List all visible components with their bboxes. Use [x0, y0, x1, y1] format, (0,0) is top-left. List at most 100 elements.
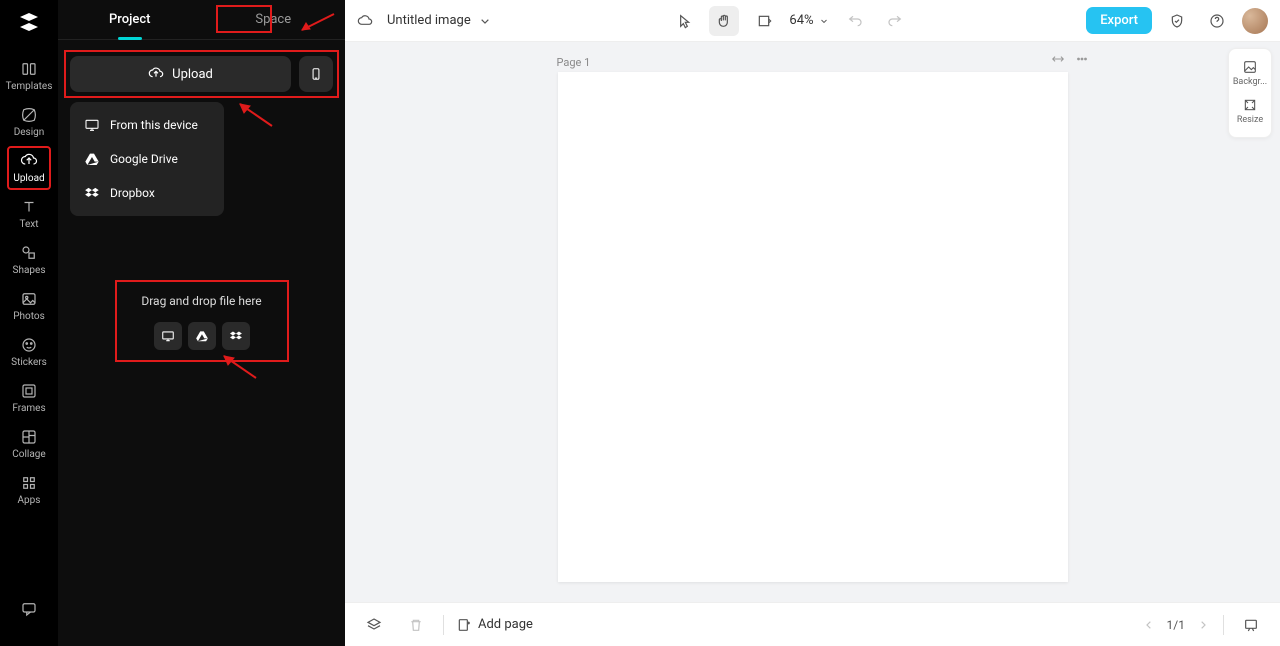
rail-shapes[interactable]: Shapes [7, 238, 51, 282]
add-page-button[interactable]: Add page [456, 617, 533, 633]
rail-label: Apps [18, 495, 41, 506]
delete-button[interactable] [401, 610, 431, 640]
export-label: Export [1100, 13, 1138, 28]
dropbox-icon [84, 185, 100, 201]
export-button[interactable]: Export [1086, 7, 1152, 34]
rail-photos[interactable]: Photos [7, 284, 51, 328]
rail-text[interactable]: Text [7, 192, 51, 236]
tab-label: Space [255, 12, 291, 27]
swap-icon[interactable] [1051, 52, 1065, 66]
add-page-icon [456, 617, 472, 633]
canvas-page[interactable] [558, 72, 1068, 582]
undo-button[interactable] [840, 6, 870, 36]
artboard-icon [756, 13, 772, 29]
rail-label: Collage [12, 449, 45, 460]
monitor-icon [161, 329, 175, 343]
view-options[interactable] [749, 6, 779, 36]
rail-frames[interactable]: Frames [7, 376, 51, 420]
google-drive-icon [195, 329, 209, 343]
upload-icon [148, 66, 164, 82]
tab-label: Project [109, 12, 150, 27]
menu-label: From this device [110, 118, 198, 132]
cursor-icon [676, 13, 692, 29]
rail-label: Shapes [13, 265, 46, 276]
chevron-down-icon [477, 13, 493, 29]
document-title[interactable]: Untitled image [387, 13, 493, 29]
main-area: Untitled image 64% Export Page 1 Back [345, 0, 1280, 646]
more-icon[interactable] [1075, 52, 1089, 66]
rail-collage[interactable]: Collage [7, 422, 51, 466]
help-icon [1209, 13, 1225, 29]
rail-label: Text [19, 219, 38, 230]
rail-feedback[interactable] [7, 588, 51, 632]
monitor-icon [84, 117, 100, 133]
drop-dropbox[interactable] [222, 322, 250, 350]
background-tool[interactable]: Backgr... [1229, 55, 1271, 93]
menu-dropbox[interactable]: Dropbox [70, 176, 224, 210]
page-indicator: 1/1 [1167, 618, 1185, 632]
drop-from-device[interactable] [154, 322, 182, 350]
rail-label: Photos [13, 311, 45, 322]
rail-label: Design [14, 127, 45, 138]
user-avatar[interactable] [1242, 8, 1268, 34]
google-drive-icon [84, 151, 100, 167]
rail-label: Templates [6, 81, 53, 92]
rail-apps[interactable]: Apps [7, 468, 51, 512]
menu-google-drive[interactable]: Google Drive [70, 142, 224, 176]
rail-label: Stickers [11, 357, 47, 368]
tool-label: Resize [1237, 115, 1263, 125]
rail-stickers[interactable]: Stickers [7, 330, 51, 374]
panel-tabs: Project Space [58, 0, 345, 40]
rail-upload[interactable]: Upload [7, 146, 51, 190]
page-label: Page 1 [557, 56, 591, 69]
canvas-area[interactable]: Page 1 Backgr... Resize [345, 42, 1280, 602]
upload-button[interactable]: Upload [70, 56, 291, 92]
left-rail: Templates Design Upload Text Shapes Phot… [0, 0, 58, 646]
cursor-tool[interactable] [669, 6, 699, 36]
help-button[interactable] [1202, 6, 1232, 36]
hand-icon [716, 13, 732, 29]
chevron-down-icon [818, 15, 830, 27]
redo-icon [887, 13, 903, 29]
menu-label: Google Drive [110, 152, 178, 166]
upload-row: Upload [58, 40, 345, 102]
rail-label: Frames [12, 403, 45, 414]
shield-button[interactable] [1162, 6, 1192, 36]
dropbox-icon [229, 329, 243, 343]
right-tool-panel: Backgr... Resize [1228, 48, 1272, 138]
mobile-icon [309, 65, 323, 83]
rail-templates[interactable]: Templates [7, 54, 51, 98]
menu-from-device[interactable]: From this device [70, 108, 224, 142]
background-icon [1242, 59, 1258, 75]
drop-google-drive[interactable] [188, 322, 216, 350]
layers-button[interactable] [359, 610, 389, 640]
chevron-left-icon[interactable] [1141, 617, 1157, 633]
zoom-value: 64% [789, 13, 813, 28]
undo-icon [847, 13, 863, 29]
title-text: Untitled image [387, 13, 471, 28]
app-logo-icon[interactable] [15, 8, 43, 36]
zoom-control[interactable]: 64% [789, 13, 829, 28]
rail-label: Upload [13, 173, 44, 184]
tab-project[interactable]: Project [58, 0, 202, 39]
redo-button[interactable] [880, 6, 910, 36]
resize-tool[interactable]: Resize [1229, 93, 1271, 131]
upload-from-mobile-button[interactable] [299, 56, 333, 92]
upload-label: Upload [172, 67, 213, 82]
trash-icon [408, 617, 424, 633]
layers-icon [366, 617, 382, 633]
tab-space[interactable]: Space [202, 0, 346, 39]
hand-tool[interactable] [709, 6, 739, 36]
drop-zone[interactable]: Drag and drop file here [127, 294, 277, 350]
drop-icons [127, 322, 277, 350]
rail-design[interactable]: Design [7, 100, 51, 144]
chevron-right-icon[interactable] [1195, 617, 1211, 633]
present-button[interactable] [1236, 610, 1266, 640]
shield-icon [1169, 13, 1185, 29]
topbar: Untitled image 64% Export [345, 0, 1280, 42]
add-page-label: Add page [478, 617, 533, 632]
present-icon [1243, 617, 1259, 633]
cloud-icon [357, 13, 373, 29]
page-tools [1051, 52, 1089, 66]
menu-label: Dropbox [110, 186, 155, 200]
